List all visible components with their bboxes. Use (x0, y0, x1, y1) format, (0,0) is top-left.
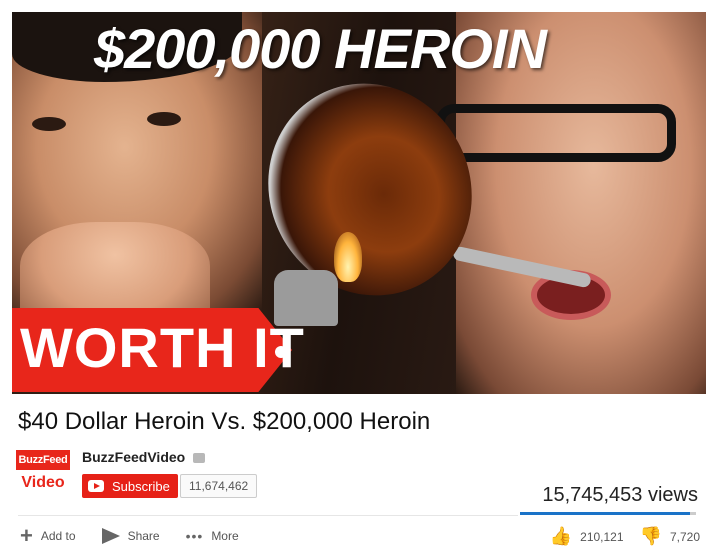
dislike-button[interactable]: 👎 7,720 (640, 526, 700, 547)
video-title: $40 Dollar Heroin Vs. $200,000 Heroin (18, 408, 431, 435)
more-label: More (211, 529, 239, 543)
video-thumbnail[interactable]: $200,000 HEROIN WORTH IT (12, 12, 706, 394)
person-left-eye (32, 117, 66, 131)
add-to-label: Add to (40, 529, 76, 543)
worth-it-badge-text: WORTH IT (20, 316, 305, 379)
ratings: 👍 210,121 👎 7,720 (550, 526, 700, 547)
share-label: Share (127, 529, 160, 543)
plus-icon: + (20, 523, 33, 548)
action-bar: + Add to Share ••• More (20, 523, 239, 548)
view-count: 15,745,453 views (542, 484, 698, 506)
channel-name: BuzzFeedVideo (82, 449, 186, 465)
youtube-play-icon (88, 480, 104, 492)
thumb-down-icon: 👎 (639, 526, 662, 546)
thumb-up-icon: 👍 (549, 526, 573, 546)
subscriber-count: 11,674,462 (180, 474, 258, 498)
person-right-glasses (436, 104, 676, 162)
more-button[interactable]: ••• More (186, 528, 239, 544)
channel-logo-top-text: BuzzFeed (16, 450, 70, 470)
dislike-portion (689, 512, 696, 515)
share-button[interactable]: Share (101, 528, 160, 544)
worth-it-badge-dot (275, 346, 287, 358)
channel-logo-bottom-text: Video (21, 474, 65, 491)
thumbnail-overlay-title: $200,000 HEROIN (94, 17, 547, 80)
person-left-eye (147, 112, 181, 126)
subscribe-label: Subscribe (112, 478, 170, 494)
channel-name-link[interactable]: BuzzFeedVideo (82, 449, 206, 465)
subscribe-button[interactable]: Subscribe (82, 474, 178, 498)
more-icon: ••• (185, 528, 204, 544)
dislike-count: 7,720 (669, 529, 700, 544)
share-icon (101, 528, 120, 544)
like-count: 210,121 (580, 529, 624, 544)
add-to-button[interactable]: + Add to (20, 523, 76, 548)
like-button[interactable]: 👍 210,121 (550, 526, 624, 547)
channel-logo[interactable]: BuzzFeed Video (16, 450, 70, 496)
verified-icon (193, 453, 206, 464)
lighter-flame (334, 232, 362, 282)
divider (18, 515, 518, 516)
like-dislike-bar (520, 512, 696, 515)
